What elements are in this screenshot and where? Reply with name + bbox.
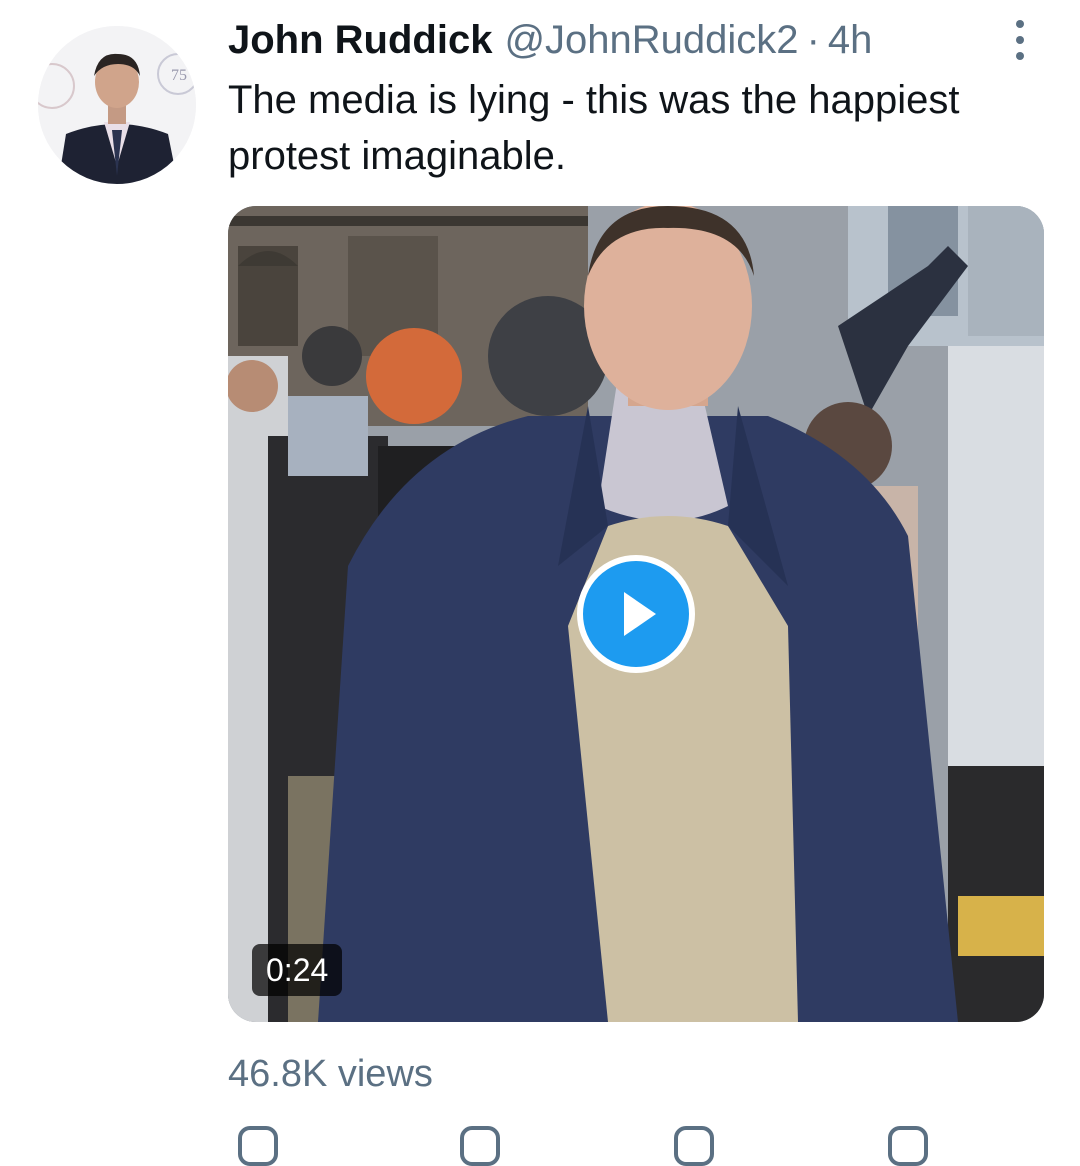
like-icon[interactable] [674, 1126, 714, 1166]
share-icon[interactable] [888, 1126, 928, 1166]
video-player[interactable]: 0:24 [228, 206, 1044, 1022]
avatar-image: 75 [38, 26, 196, 184]
author-name[interactable]: John Ruddick [228, 14, 492, 66]
author-handle[interactable]: @JohnRuddick2 [504, 14, 798, 66]
more-options-icon[interactable] [1000, 16, 1040, 64]
play-button[interactable] [577, 555, 695, 673]
more-dot [1016, 36, 1024, 44]
more-dot [1016, 52, 1024, 60]
more-dot [1016, 20, 1024, 28]
tweet-header: John Ruddick @JohnRuddick2 · 4h [228, 14, 872, 66]
retweet-icon[interactable] [460, 1126, 500, 1166]
video-duration: 0:24 [252, 944, 343, 996]
reply-icon[interactable] [238, 1126, 278, 1166]
author-avatar[interactable]: 75 [38, 26, 196, 184]
svg-text:75: 75 [171, 67, 187, 84]
tweet-actions [228, 1126, 1008, 1166]
play-icon [624, 592, 656, 636]
tweet[interactable]: 75 John Ruddick @JohnRuddick2 · 4h The m… [0, 0, 1080, 1166]
header-separator: · [806, 18, 820, 62]
tweet-timestamp[interactable]: 4h [828, 14, 873, 66]
view-count: 46.8K views [228, 1053, 433, 1095]
tweet-text: The media is lying - this was the happie… [228, 78, 960, 178]
